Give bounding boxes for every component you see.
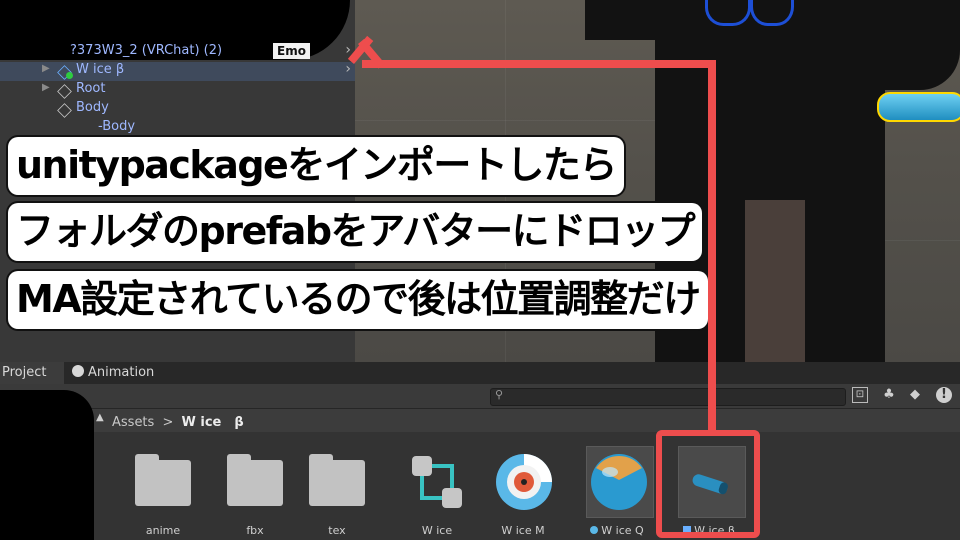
caption-line-1: unitypackageをインポートしたら: [8, 137, 624, 195]
animation-clock-icon: [72, 365, 84, 377]
search-by-type-icon[interactable]: ⊡: [852, 387, 868, 403]
tab-project[interactable]: Project: [0, 362, 64, 384]
annotation-line-vertical: [708, 64, 716, 432]
asset-label: W ice Q: [578, 524, 656, 537]
hierarchy-item-label: Root: [76, 81, 106, 96]
hierarchy-item-label: ?373W3_2 (VRChat) (2): [70, 43, 223, 58]
hierarchy-item-label: -Body: [98, 119, 136, 134]
bottom-tabbar: Project Animation: [0, 362, 960, 384]
asset-label: fbx: [246, 524, 264, 537]
search-icon: ⚲: [495, 388, 504, 401]
collapse-arrow-icon[interactable]: ▲: [96, 412, 104, 423]
gameobject-icon: [57, 103, 72, 118]
gameobject-icon: [57, 84, 72, 99]
asset-label: tex: [328, 524, 346, 537]
hierarchy-item-subbody[interactable]: -Body: [0, 119, 355, 138]
search-input[interactable]: ⚲: [490, 388, 846, 406]
redaction-blot: [0, 390, 94, 540]
folder-icon: [135, 454, 191, 506]
avatar-leg: [745, 200, 805, 362]
tab-animation[interactable]: Animation: [72, 362, 154, 384]
breadcrumb: Assets > W ice β: [112, 411, 244, 430]
breadcrumb-assets[interactable]: Assets: [112, 415, 154, 430]
folder-icon: [227, 454, 283, 506]
folder-icon: [309, 454, 365, 506]
caret-right-icon[interactable]: ▶: [42, 82, 50, 93]
chevron-right-icon[interactable]: ›: [345, 61, 351, 77]
hierarchy-item-label: Body: [76, 100, 109, 115]
emo-badge: Emo: [273, 43, 310, 59]
material-icon: [496, 454, 552, 510]
annotation-line-horizontal: [362, 60, 716, 68]
label-tag-icon[interactable]: ◆: [906, 386, 924, 404]
tab-animation-label: Animation: [88, 365, 155, 380]
avatar-arm: [825, 0, 960, 90]
asset-label: W ice: [421, 524, 453, 537]
animator-controller-icon: [412, 456, 462, 508]
hierarchy-item-label: W ice β: [76, 62, 125, 77]
filter-type-icon[interactable]: ♣: [880, 386, 898, 404]
avatar-arm: [585, 0, 685, 40]
breadcrumb-separator: >: [162, 415, 174, 430]
added-badge-icon: [66, 72, 73, 79]
asset-label-text: W ice Q: [601, 524, 644, 537]
breadcrumb-current[interactable]: W ice β: [182, 415, 244, 430]
warning-icon[interactable]: !: [936, 387, 952, 403]
asset-label: anime: [145, 524, 181, 537]
hierarchy-item-root[interactable]: ▶ Root: [0, 81, 355, 100]
annotation-highlight-box: [656, 430, 760, 538]
hierarchy-item-wice[interactable]: ▶ W ice β ›: [0, 61, 355, 81]
caption-line-3: MA設定されているので後は位置調整だけ: [8, 271, 708, 329]
material-sphere-icon: [591, 454, 647, 510]
wice-prop-selected[interactable]: [877, 92, 960, 122]
material-small-icon: [590, 526, 599, 534]
hierarchy-item-body[interactable]: Body: [0, 100, 355, 119]
caret-right-icon[interactable]: ▶: [42, 63, 50, 74]
caption-line-2: フォルダのprefabをアバターにドロップ: [8, 203, 703, 261]
asset-label: W ice M: [501, 524, 545, 537]
